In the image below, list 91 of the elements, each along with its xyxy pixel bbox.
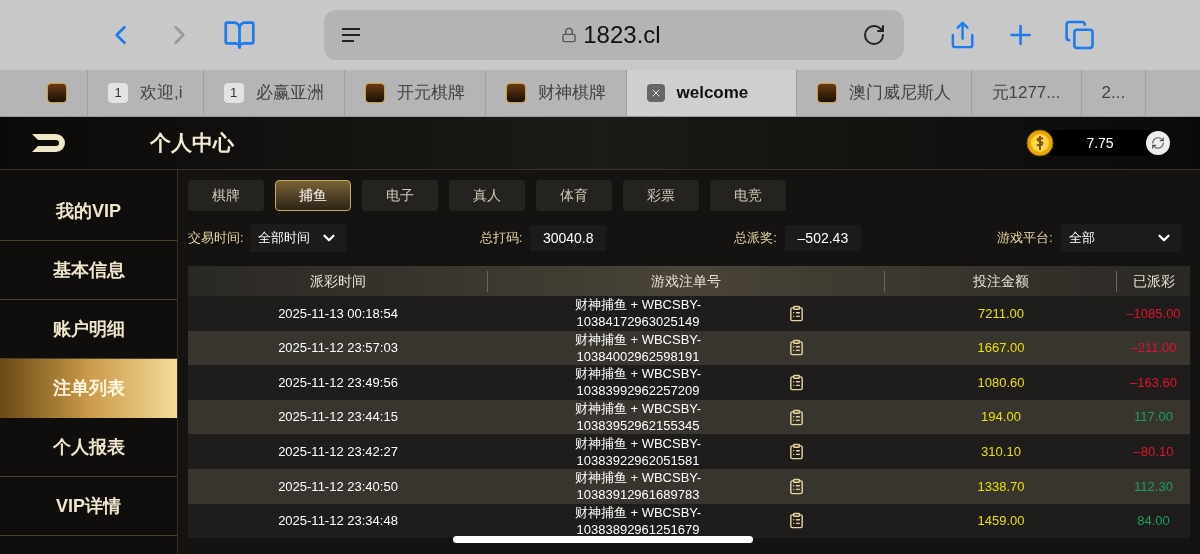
game-tab[interactable]: 电子 [362, 180, 438, 211]
bet-total: 30040.8 [530, 225, 607, 251]
table-cell-text: 2025-11-12 23:42:27 [277, 442, 399, 461]
game-tab[interactable]: 彩票 [623, 180, 699, 211]
time-select[interactable]: 全部时间 [249, 224, 346, 252]
table-cell-text: –1085.00 [1125, 304, 1182, 323]
table-cell-text: 2025-11-12 23:40:50 [277, 477, 399, 496]
table-cell: 10384002962598191 [576, 347, 700, 365]
column-header: 派彩时间 [188, 270, 488, 292]
sidebar-item[interactable]: VIP详情 [0, 477, 177, 536]
table-cell: 10383912961689783 [576, 486, 700, 504]
table-cell: 财神捕鱼 + WBCSBY- [574, 365, 702, 383]
close-icon[interactable] [646, 84, 665, 102]
table-cell-text: 1667.00 [976, 339, 1026, 358]
table-cell-text: 84.00 [1136, 512, 1171, 531]
filter-label: 游戏平台: [996, 229, 1053, 248]
table-cell-text: 1338.70 [976, 477, 1026, 496]
game-tab[interactable]: 体育 [536, 180, 612, 211]
game-tab[interactable]: 捕鱼 [275, 180, 351, 211]
payout-total: –502.43 [784, 225, 861, 251]
copy-button[interactable] [788, 512, 805, 530]
page-title: 个人中心 [150, 130, 234, 157]
table-cell: 财神捕鱼 + WBCSBY- [574, 503, 702, 521]
site-icon [505, 83, 526, 103]
address-bar[interactable]: 1823.cl [324, 10, 904, 60]
table-cell: 10383992962257209 [576, 382, 700, 400]
tab-title: 必赢亚洲 [255, 82, 324, 105]
game-tab[interactable]: 电竞 [710, 180, 786, 211]
game-tab[interactable]: 棋牌 [188, 180, 264, 211]
tab-badge: 1 [108, 83, 128, 103]
table-cell: 财神捕鱼 + WBCSBY- [574, 296, 702, 314]
copy-button[interactable] [788, 304, 805, 322]
url-text: 1823.cl [583, 20, 661, 50]
sidebar-item[interactable]: 基本信息 [0, 241, 177, 300]
table-cell-text: 1080.60 [976, 373, 1026, 392]
table-cell-text: 2025-11-12 23:57:03 [277, 339, 399, 358]
lock-icon [561, 27, 578, 43]
table-cell-text: –211.00 [1129, 339, 1178, 358]
table-cell: 财神捕鱼 + WBCSBY- [574, 434, 702, 452]
tab-title: 欢迎,i [140, 82, 183, 105]
copy-button[interactable] [788, 443, 805, 461]
table-cell-text: –80.10 [1132, 442, 1175, 461]
tab-title: 澳门威尼斯人 [848, 82, 951, 105]
column-header: 游戏注单号 [488, 270, 885, 292]
coin-icon [1026, 129, 1054, 157]
table-cell-text: 2025-11-12 23:34:48 [277, 512, 399, 531]
table-cell: 10383952962155345 [576, 417, 700, 435]
table-cell-text: 7211.00 [977, 304, 1025, 323]
table-cell: 10383892961251679 [576, 520, 700, 538]
filter-label: 交易时间: [188, 229, 244, 248]
reader-icon[interactable] [342, 28, 361, 42]
table-cell: 财神捕鱼 + WBCSBY- [574, 400, 702, 418]
game-tab[interactable]: 真人 [449, 180, 525, 211]
table-cell-text: 2025-11-12 23:44:15 [277, 408, 399, 427]
reload-icon[interactable] [861, 23, 886, 47]
copy-button[interactable] [788, 477, 805, 495]
table-cell-text: –163.60 [1129, 373, 1178, 392]
tab-title: 2... [1101, 82, 1126, 105]
table-cell-text: 117.00 [1133, 408, 1174, 427]
table-cell: 财神捕鱼 + WBCSBY- [574, 469, 702, 487]
tab-title: 财神棋牌 [537, 82, 606, 105]
table-cell-text: 194.00 [980, 408, 1022, 427]
table-cell: 10383922962051581 [576, 451, 700, 469]
filter-label: 总派奖: [734, 229, 777, 248]
site-icon [816, 83, 837, 103]
column-header: 投注金额 [885, 270, 1117, 292]
table-cell-text: 112.30 [1133, 477, 1174, 496]
copy-button[interactable] [788, 408, 805, 426]
column-header: 已派彩 [1131, 271, 1176, 291]
site-icon [364, 83, 385, 103]
table-cell: 财神捕鱼 + WBCSBY- [574, 330, 702, 348]
tab-title: 元1277... [991, 82, 1061, 105]
filter-label: 总打码: [479, 229, 523, 248]
tab-title: welcome [676, 82, 749, 105]
table-cell: 10384172963025149 [576, 313, 700, 331]
site-icon [47, 83, 67, 103]
copy-button[interactable] [788, 374, 805, 391]
refresh-button[interactable] [1146, 131, 1170, 155]
platform-select[interactable]: 全部 [1060, 224, 1181, 252]
tab-title: 开元棋牌 [396, 82, 465, 105]
table-cell-text: 1459.00 [976, 512, 1026, 531]
table-cell-text: 2025-11-12 23:49:56 [277, 373, 399, 392]
refresh-icon [1151, 136, 1165, 150]
browser-tab[interactable]: welcome [626, 70, 797, 116]
table-cell-text: 310.10 [980, 442, 1022, 461]
tab-badge: 1 [223, 83, 244, 103]
copy-button[interactable] [788, 339, 805, 357]
sidebar-item[interactable]: 我的VIP [0, 182, 177, 241]
balance-display: 7.75 [1050, 130, 1150, 156]
sidebar-item[interactable]: 个人报表 [0, 418, 177, 477]
table-cell-text: 2025-11-13 00:18:54 [277, 304, 399, 323]
